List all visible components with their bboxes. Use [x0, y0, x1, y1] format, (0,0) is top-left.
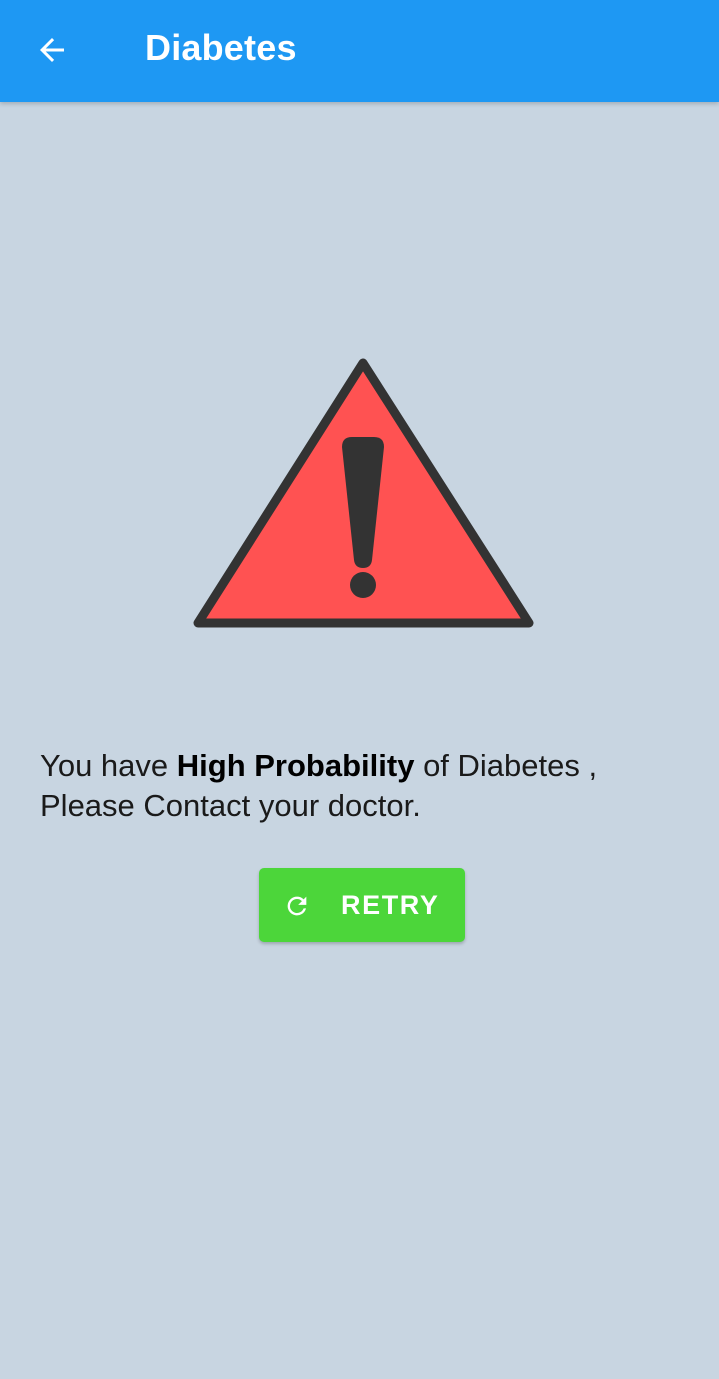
- refresh-icon: [287, 896, 307, 916]
- arrow-back-icon: [40, 38, 64, 62]
- warning-icon: [193, 358, 534, 628]
- back-button[interactable]: [22, 20, 82, 80]
- retry-label: RETRY: [341, 890, 440, 920]
- page-title: Diabetes: [145, 27, 297, 68]
- message-emphasis: High Probability: [176, 748, 415, 783]
- app-bar: Diabetes: [0, 0, 719, 102]
- retry-button[interactable]: RETRY: [259, 868, 465, 942]
- result-message: You have High Probability of Diabetes , …: [40, 746, 680, 826]
- message-prefix: You have: [40, 748, 177, 783]
